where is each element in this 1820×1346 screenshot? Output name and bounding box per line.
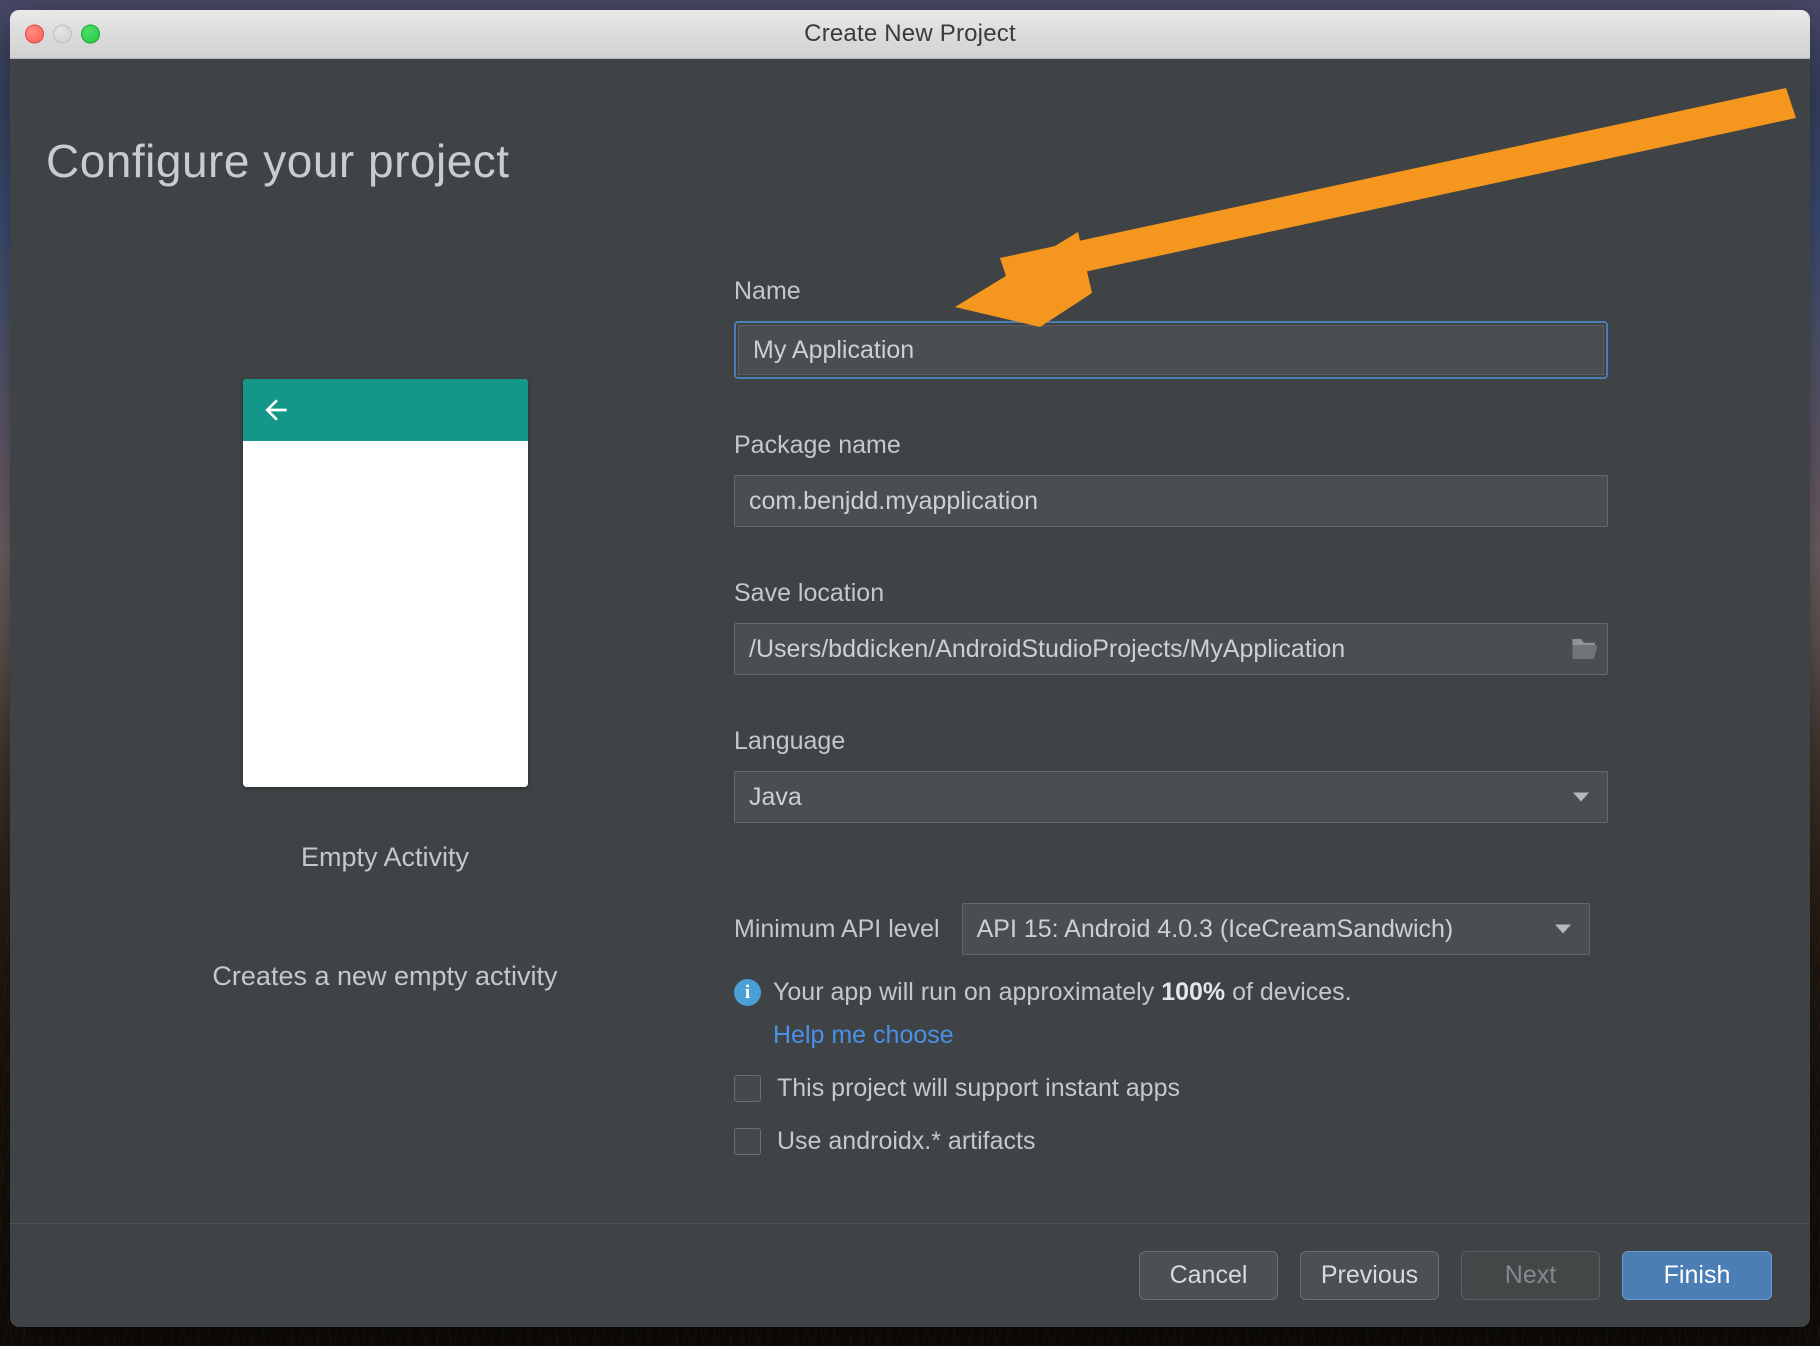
name-input-focus-ring: My Application [734,321,1608,379]
window-titlebar[interactable]: Create New Project [10,10,1810,59]
info-icon: i [734,979,761,1006]
min-api-select[interactable]: API 15: Android 4.0.3 (IceCreamSandwich) [961,903,1590,955]
browse-folder-button[interactable] [1566,632,1604,666]
save-location-field-group: Save location /Users/bddicken/AndroidStu… [734,579,1614,675]
finish-button[interactable]: Finish [1622,1251,1772,1300]
save-location-label: Save location [734,579,885,607]
save-location-input[interactable]: /Users/bddicken/AndroidStudioProjects/My… [734,623,1608,675]
previous-button[interactable]: Previous [1300,1251,1439,1300]
instant-apps-checkbox[interactable] [734,1075,761,1102]
save-location-row: /Users/bddicken/AndroidStudioProjects/My… [734,623,1614,675]
devices-coverage-note: i Your app will run on approximately 100… [734,978,1614,1007]
devices-note-prefix: Your app will run on approximately [773,978,1162,1006]
create-new-project-window: Create New Project Configure your projec… [10,10,1810,1327]
devices-coverage-text: Your app will run on approximately 100% … [773,978,1352,1007]
package-name-input[interactable]: com.benjdd.myapplication [734,475,1608,527]
name-input[interactable]: My Application [738,325,1604,375]
activity-preview-card [242,379,528,787]
cancel-button[interactable]: Cancel [1139,1251,1278,1300]
dialog-body: Configure your project Empty Activity Cr… [10,59,1810,1327]
min-api-field-group: Minimum API level API 15: Android 4.0.3 … [734,903,1614,955]
maximize-window-button[interactable] [81,24,100,44]
min-api-selected-value: API 15: Android 4.0.3 (IceCreamSandwich) [976,914,1454,943]
traffic-light-buttons [25,24,100,44]
devices-note-percent: 100% [1161,978,1226,1006]
androidx-checkbox-row[interactable]: Use androidx.* artifacts [734,1127,1614,1156]
devices-note-suffix: of devices. [1225,978,1352,1006]
androidx-label: Use androidx.* artifacts [777,1127,1036,1155]
activity-preview-panel: Empty Activity Creates a new empty activ… [40,379,730,992]
package-name-field-group: Package name com.benjdd.myapplication [734,431,1614,527]
window-title: Create New Project [804,20,1016,47]
min-api-label: Minimum API level [734,914,940,943]
activity-preview-appbar [242,379,528,441]
instant-apps-label: This project will support instant apps [777,1074,1180,1102]
help-me-choose-link[interactable]: Help me choose [773,1021,1614,1050]
back-arrow-icon [264,399,287,421]
chevron-down-icon [1573,792,1589,802]
project-config-form: Name My Application Package name com.ben… [734,277,1614,1156]
activity-template-description: Creates a new empty activity [212,961,558,991]
page-title: Configure your project [46,135,510,187]
activity-preview-canvas [242,441,528,787]
language-label: Language [734,727,846,755]
chevron-down-icon [1554,924,1571,934]
instant-apps-checkbox-row[interactable]: This project will support instant apps [734,1074,1614,1103]
package-name-label: Package name [734,431,901,459]
language-field-group: Language Java [734,727,1614,823]
language-select[interactable]: Java [734,771,1608,823]
name-label: Name [734,277,801,305]
dialog-footer: Cancel Previous Next Finish [10,1223,1810,1327]
language-selected-value: Java [749,782,802,811]
androidx-checkbox[interactable] [734,1128,761,1155]
close-window-button[interactable] [25,24,44,44]
minimize-window-button[interactable] [53,24,72,44]
next-button: Next [1461,1251,1600,1300]
name-field-group: Name My Application [734,277,1614,379]
folder-icon [1572,639,1598,659]
activity-template-name: Empty Activity [300,842,470,872]
